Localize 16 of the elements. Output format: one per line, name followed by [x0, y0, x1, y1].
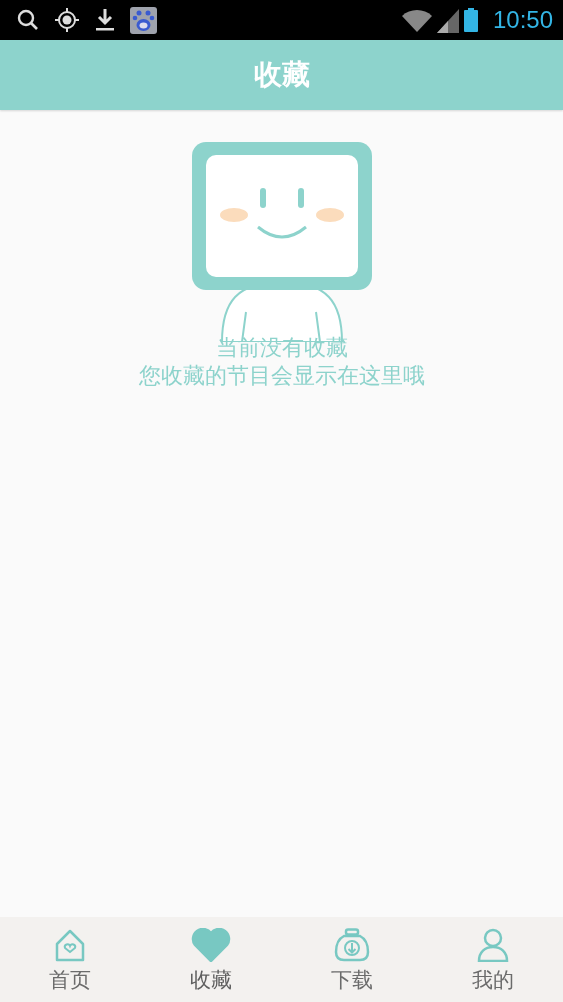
empty-message: 您收藏的节目会显示在这里哦 — [138, 362, 425, 390]
heart-icon — [191, 927, 232, 962]
paw-icon — [130, 6, 157, 34]
tab[interactable]: 收藏 — [140, 917, 282, 1002]
location-icon — [54, 7, 80, 33]
wifi-icon — [400, 7, 433, 33]
battery-icon — [462, 7, 479, 33]
tab[interactable]: 首页 — [0, 917, 141, 1002]
download-icon — [94, 7, 116, 33]
tab[interactable]: 下载 — [281, 917, 423, 1002]
search-icon — [16, 8, 40, 32]
download-bag-icon — [333, 927, 370, 962]
signal-icon — [436, 7, 459, 33]
status-time: 10:50 — [492, 6, 553, 34]
page-title: 收藏 — [253, 57, 310, 93]
tab[interactable]: 我的 — [422, 917, 563, 1002]
